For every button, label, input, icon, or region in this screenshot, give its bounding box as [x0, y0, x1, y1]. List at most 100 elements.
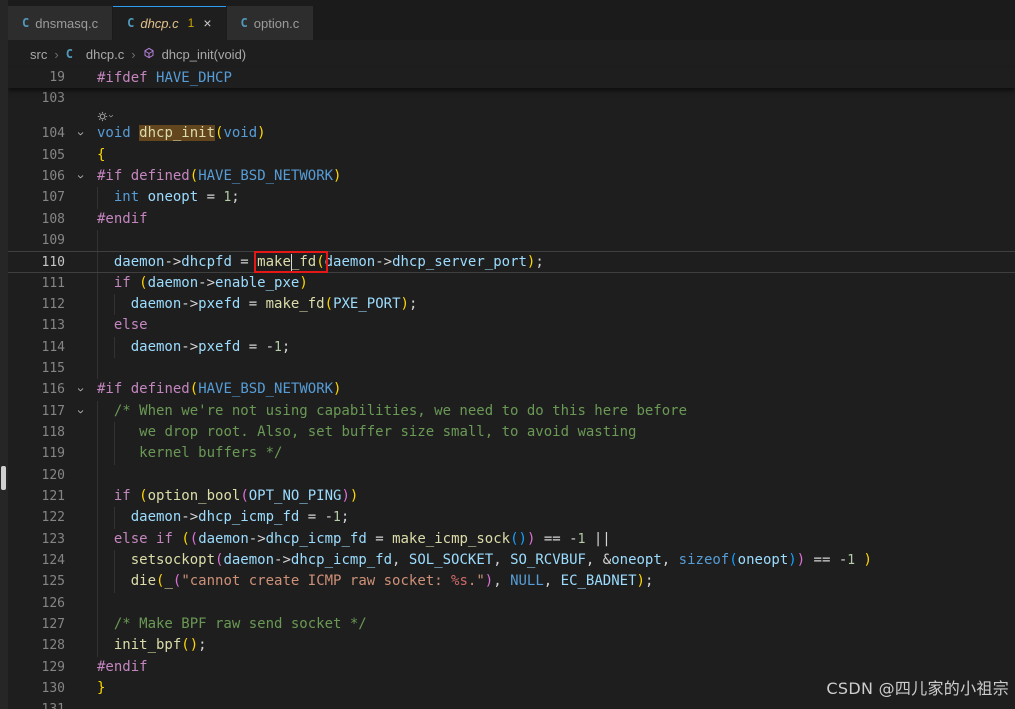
- breadcrumb-item-file[interactable]: dhcp.c: [86, 47, 124, 62]
- code-line-content[interactable]: /* When we're not using capabilities, we…: [97, 400, 1015, 422]
- code-line[interactable]: 124 setsockopt (daemon->dhcp_icmp_fd, SOL…: [8, 549, 1015, 572]
- code-line-content[interactable]: daemon->pxefd = -1;: [97, 336, 1015, 358]
- code-line[interactable]: 118 we drop root. Also, set buffer size …: [8, 421, 1015, 444]
- code-line-content[interactable]: die(_("cannot create ICMP raw socket: %s…: [97, 571, 1015, 593]
- code-line-content[interactable]: daemon->dhcpfd = make_fd(daemon->dhcp_se…: [97, 251, 1015, 273]
- code-line[interactable]: 119 kernel buffers */: [8, 443, 1015, 465]
- code-line-content[interactable]: setsockopt (daemon->dhcp_icmp_fd, SOL_SOC…: [97, 549, 1015, 572]
- line-number[interactable]: 124: [8, 550, 65, 571]
- code-line[interactable]: 116 › #if defined(HAVE_BSD_NETWORK): [8, 379, 1015, 400]
- line-number[interactable]: 123: [8, 529, 65, 550]
- line-number[interactable]: 116: [8, 379, 65, 400]
- code-line[interactable]: 131: [8, 699, 1015, 709]
- code-line[interactable]: 110 daemon->dhcpfd = make_fd(daemon->dhc…: [8, 251, 1015, 273]
- line-number[interactable]: 119: [8, 443, 65, 464]
- code-line[interactable]: 105 {: [8, 145, 1015, 166]
- line-number[interactable]: 131: [8, 699, 65, 709]
- line-number[interactable]: 130: [8, 678, 65, 699]
- tab-dhcp-c[interactable]: C dhcp.c 1 ×: [113, 6, 226, 40]
- fold-chevron-icon[interactable]: ›: [70, 388, 91, 392]
- fold-chevron-icon[interactable]: ›: [70, 174, 91, 178]
- code-lines: 103 › 104 › void dhcp_init(void) 105{106 › #if …: [8, 88, 1015, 709]
- code-line[interactable]: 126: [8, 592, 1015, 614]
- code-line-content[interactable]: daemon->dhcp_icmp_fd = -1;: [97, 507, 1015, 529]
- line-number[interactable]: 104: [8, 123, 65, 144]
- code-line[interactable]: 122 daemon->dhcp_icmp_fd = -1;: [8, 507, 1015, 529]
- close-icon[interactable]: ×: [203, 15, 211, 31]
- code-line-content[interactable]: {: [97, 145, 1015, 166]
- line-number[interactable]: 129: [8, 657, 65, 678]
- code-line[interactable]: 103: [8, 88, 1015, 109]
- code-line[interactable]: 113 else: [8, 315, 1015, 337]
- code-line[interactable]: 108 #endif: [8, 209, 1015, 230]
- line-number[interactable]: 113: [8, 315, 65, 336]
- code-line[interactable]: 106 › #if defined(HAVE_BSD_NETWORK): [8, 166, 1015, 187]
- code-line[interactable]: 109: [8, 229, 1015, 252]
- code-line[interactable]: 115: [8, 357, 1015, 380]
- line-number[interactable]: 103: [8, 88, 65, 109]
- code-line[interactable]: 123 else if ((daemon->dhcp_icmp_fd = mak…: [8, 528, 1015, 550]
- code-line[interactable]: 120: [8, 464, 1015, 486]
- code-line[interactable]: 117 › /* When we're not using capabilitie…: [8, 400, 1015, 422]
- code-line-content[interactable]: [97, 88, 1015, 109]
- code-line-content[interactable]: [97, 699, 1015, 709]
- gutter-fold-area: ›: [65, 379, 97, 400]
- line-number[interactable]: 125: [8, 571, 65, 592]
- tab-option-c[interactable]: C option.c: [226, 6, 314, 40]
- line-number[interactable]: 126: [8, 593, 65, 614]
- code-line-content[interactable]: daemon->pxefd = make_fd(PXE_PORT);: [97, 293, 1015, 316]
- code-line-content[interactable]: [97, 357, 1015, 380]
- breadcrumb-item-symbol[interactable]: dhcp_init(void): [162, 47, 247, 62]
- line-number[interactable]: 106: [8, 166, 65, 187]
- breadcrumb-item-src[interactable]: src: [30, 47, 47, 62]
- code-line-content[interactable]: else: [97, 315, 1015, 337]
- code-line-content[interactable]: void dhcp_init(void): [97, 123, 1015, 144]
- code-line-content[interactable]: [97, 229, 1015, 252]
- code-line[interactable]: 107 int oneopt = 1;: [8, 187, 1015, 209]
- code-line-content[interactable]: if (option_bool(OPT_NO_PING)): [97, 485, 1015, 508]
- line-number[interactable]: 111: [8, 273, 65, 294]
- fold-chevron-icon[interactable]: ›: [70, 132, 91, 136]
- line-number[interactable]: 109: [8, 230, 65, 251]
- line-number[interactable]: 118: [8, 422, 65, 443]
- line-number[interactable]: 107: [8, 187, 65, 208]
- line-number[interactable]: 122: [8, 507, 65, 528]
- line-number[interactable]: 127: [8, 614, 65, 635]
- code-line[interactable]: 112 daemon->pxefd = make_fd(PXE_PORT);: [8, 293, 1015, 316]
- code-line-content[interactable]: if (daemon->enable_pxe): [97, 272, 1015, 294]
- sticky-scroll-line[interactable]: 19 #ifdef HAVE_DHCP: [8, 68, 1015, 88]
- code-line-content[interactable]: we drop root. Also, set buffer size smal…: [97, 421, 1015, 444]
- code-line-content[interactable]: int oneopt = 1;: [97, 187, 1015, 209]
- line-number[interactable]: 115: [8, 358, 65, 379]
- line-number[interactable]: 114: [8, 337, 65, 358]
- scroll-indicator[interactable]: [1, 466, 6, 490]
- line-number[interactable]: 120: [8, 465, 65, 486]
- code-line[interactable]: 125 die(_("cannot create ICMP raw socket…: [8, 571, 1015, 593]
- code-line-content[interactable]: #endif: [97, 209, 1015, 230]
- code-line-content[interactable]: kernel buffers */: [97, 443, 1015, 465]
- line-number[interactable]: 108: [8, 209, 65, 230]
- code-line-content[interactable]: #if defined(HAVE_BSD_NETWORK): [97, 166, 1015, 187]
- gear-icon[interactable]: ›: [97, 109, 117, 123]
- code-line[interactable]: 111 if (daemon->enable_pxe): [8, 272, 1015, 294]
- code-line-content[interactable]: /* Make BPF raw send socket */: [97, 613, 1015, 636]
- code-line-content[interactable]: else if ((daemon->dhcp_icmp_fd = make_ic…: [97, 528, 1015, 550]
- code-line[interactable]: 121 if (option_bool(OPT_NO_PING)): [8, 485, 1015, 508]
- code-line-content[interactable]: [97, 592, 1015, 614]
- code-line[interactable]: 114 daemon->pxefd = -1;: [8, 336, 1015, 358]
- tab-dnsmasq-c[interactable]: C dnsmasq.c: [8, 6, 113, 40]
- line-number[interactable]: 110: [8, 252, 65, 271]
- code-line[interactable]: 104 › void dhcp_init(void): [8, 123, 1015, 144]
- code-line-content[interactable]: [97, 464, 1015, 486]
- code-line-content[interactable]: init_bpf();: [97, 635, 1015, 657]
- fold-chevron-icon[interactable]: ›: [70, 409, 91, 413]
- code-line-content[interactable]: #if defined(HAVE_BSD_NETWORK): [97, 379, 1015, 400]
- line-number[interactable]: 105: [8, 145, 65, 166]
- code-line[interactable]: 128 init_bpf();: [8, 635, 1015, 657]
- line-number[interactable]: 128: [8, 635, 65, 656]
- code-line[interactable]: 127 /* Make BPF raw send socket */: [8, 613, 1015, 636]
- line-number[interactable]: 121: [8, 486, 65, 507]
- line-number[interactable]: 117: [8, 401, 65, 422]
- line-number[interactable]: 112: [8, 294, 65, 315]
